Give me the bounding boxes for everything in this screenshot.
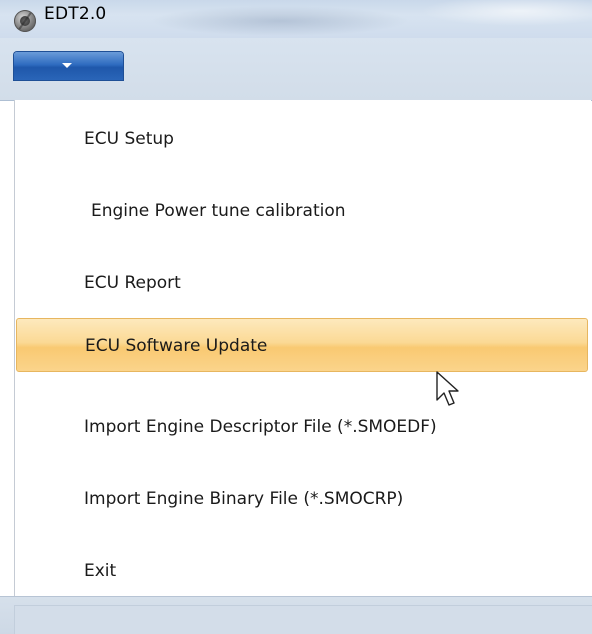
menu-item-engine-power-tune-calibration[interactable]: Engine Power tune calibration bbox=[15, 186, 589, 236]
application-menu-dropdown: ECU Setup Engine Power tune calibration … bbox=[14, 100, 591, 596]
menu-item-label: Import Engine Descriptor File (*.SMOEDF) bbox=[84, 417, 437, 437]
menu-item-label: Exit bbox=[84, 561, 117, 581]
window-title: EDT2.0 bbox=[44, 4, 107, 24]
ribbon-bar bbox=[0, 38, 592, 101]
menu-item-label: Engine Power tune calibration bbox=[91, 201, 346, 221]
menu-item-ecu-setup[interactable]: ECU Setup bbox=[15, 114, 589, 164]
menu-item-import-engine-binary-file[interactable]: Import Engine Binary File (*.SMOCRP) bbox=[15, 474, 589, 524]
app-logo-icon[interactable] bbox=[14, 10, 36, 32]
title-bar: EDT2.0 bbox=[0, 0, 592, 38]
menu-item-label: Import Engine Binary File (*.SMOCRP) bbox=[84, 489, 404, 509]
menu-item-exit[interactable]: Exit bbox=[15, 546, 589, 596]
menu-item-import-engine-descriptor-file[interactable]: Import Engine Descriptor File (*.SMOEDF) bbox=[15, 402, 589, 452]
application-menu-button[interactable] bbox=[14, 52, 123, 80]
mouse-pointer-icon bbox=[436, 371, 459, 406]
menu-item-ecu-software-update[interactable]: ECU Software Update bbox=[16, 318, 588, 372]
menu-footer-bar bbox=[0, 596, 592, 634]
application-window: EDT2.0 ECU Setup Engine Power tune calib… bbox=[0, 0, 592, 634]
menu-item-ecu-report[interactable]: ECU Report bbox=[15, 258, 589, 308]
menu-item-label: ECU Report bbox=[84, 273, 181, 293]
menu-item-label: ECU Software Update bbox=[85, 336, 268, 356]
chevron-down-icon bbox=[62, 63, 72, 68]
menu-item-label: ECU Setup bbox=[84, 129, 174, 149]
